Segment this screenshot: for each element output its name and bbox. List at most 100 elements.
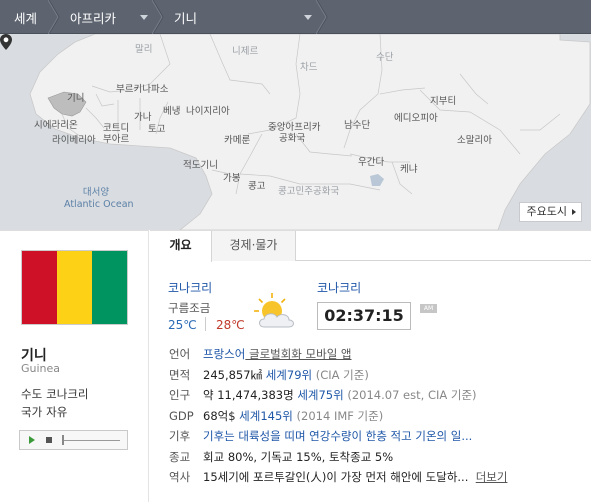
region-map[interactable]: 말리 니제르 차드 수단 기니 부르키나파소 가나 토고 베냉 나이지리아 지부… [0,34,591,230]
overview-row-value: 15세기에 포르투갈인(人)이 가장 먼저 해안에 도달하... [203,470,469,485]
progress-track[interactable] [63,440,120,441]
breadcrumb-world-label: 세계 [14,10,38,26]
clock-city[interactable]: 코나크리 [317,279,361,296]
map-label: 코트디 [103,123,130,134]
major-cities-label: 주요도시 [526,205,567,218]
overview-row-value: (2014 IMF 기준) [292,408,384,423]
map-label: 콩고 [248,181,266,192]
map-label: 소말리아 [457,135,492,146]
overview-row-link[interactable]: 기후는 대륙성을 띠며 연강수량이 한층 적고 기온의 일... [203,428,472,444]
detail-tabs: 개요 경제·물가 [150,231,591,262]
overview-row: 기후 기후는 대륙성을 띠며 연강수량이 한층 적고 기온의 일... [169,426,589,447]
chevron-down-icon [304,15,312,20]
map-label: 적도기니 [183,160,218,171]
stop-icon[interactable] [46,437,52,443]
map-label: 남수단 [344,120,371,131]
overview-row-value: 245,857㎢ [203,367,263,382]
temp-divider [205,317,206,331]
local-time-clock: 02:37:15 [317,302,411,330]
location-pin-icon [0,34,12,50]
map-label: 가나 [134,112,152,123]
overview-row: 역사 15세기에 포르투갈인(人)이 가장 먼저 해안에 도달하... 더보기 [169,467,589,488]
overview-row-link[interactable]: 세계75위 [294,387,343,403]
overview-row: 면적 245,857㎢ 세계79위 (CIA 기준) [169,365,589,386]
map-label: 토고 [148,124,166,135]
map-label: 라이베리아 [52,135,96,146]
map-label: 부아르 [103,134,130,145]
overview-row-value: 약 11,474,383명 [203,388,294,403]
chevron-right-icon [572,209,576,215]
map-label: 수단 [376,52,394,63]
map-label: 기니 [67,93,85,104]
overview-row-link[interactable]: 프랑스어 [203,346,245,362]
breadcrumb-continent-label: 아프리카 [70,10,117,26]
anthem-label: 국가 [21,405,43,419]
overview-row-label: 역사 [169,470,191,485]
overview-row-label: 종교 [169,449,191,464]
map-label: 부르키나파소 [116,84,169,95]
map-label: 나이지리아 [186,106,230,117]
map-label: 에디오피아 [394,113,438,124]
weather-city[interactable]: 코나크리 [168,279,212,296]
country-summary: 기니 Guinea 수도 코나크리 국가 자유 [0,230,149,502]
temp-high: 28℃ [216,318,245,332]
capital-label: 수도 [21,387,43,401]
map-label: 지부티 [430,96,457,107]
map-label: 케냐 [400,164,418,175]
am-pm-badge: AM [420,304,437,313]
map-label: 말리 [135,44,153,55]
overview-row-link[interactable]: 더보기 [476,469,508,485]
play-icon[interactable] [29,436,35,444]
tab-economy[interactable]: 경제·물가 [212,231,296,261]
breadcrumb-country[interactable]: 기니 [162,0,328,34]
overview-row: 인구 약 11,474,383명 세계75위 (2014.07 est, CIA … [169,385,589,406]
flag-stripe-green [92,251,127,324]
overview-row-label: 기후 [169,429,191,444]
overview-row-label: GDP [169,408,194,423]
overview-row-label: 면적 [169,367,191,382]
country-facts: 수도 코나크리 국가 자유 [21,385,89,421]
anthem-row: 국가 자유 [21,403,89,421]
tab-overview[interactable]: 개요 [150,231,212,262]
overview-row-value: (CIA 기준) [312,367,369,382]
overview-row-label: 인구 [169,388,191,403]
map-label: 시에라리온 [34,120,78,131]
capital-value[interactable]: 코나크리 [46,387,88,401]
breadcrumb-country-label: 기니 [174,10,198,26]
breadcrumb: 세계 아프리카 기니 [0,0,591,34]
map-label: 콩고민주공화국 [278,186,340,197]
map-label-ocean: 대서양 [82,187,110,198]
map-label: 우간다 [358,157,385,168]
capital-row: 수도 코나크리 [21,385,89,403]
overview-row-value [468,470,475,484]
major-cities-button[interactable]: 주요도시 [518,202,582,222]
map-label: 차드 [300,62,318,73]
map-label: 가봉 [223,173,241,184]
map-label: 베냉 [163,106,181,117]
weather-condition: 구름조금 [168,301,211,315]
progress-handle[interactable] [62,435,64,445]
breadcrumb-continent[interactable]: 아프리카 [58,0,164,34]
overview-row-value: 회교 80%, 기독교 15%, 토착종교 5% [203,449,394,464]
overview-row: 언어 프랑스어 글로벌회화 모바일 앱 [169,344,589,365]
overview-row-link[interactable]: 세계79위 [262,367,312,383]
chevron-down-icon [140,15,148,20]
overview-row-value: (2014.07 est, CIA 기준) [343,388,477,403]
overview-row-value: 68억$ [203,408,236,423]
partly-cloudy-icon [254,293,294,328]
country-name-en: Guinea [21,362,61,375]
flag-stripe-yellow [57,251,92,324]
map-label: 니제르 [232,46,259,57]
overview-list: 언어 프랑스어 글로벌회화 모바일 앱면적 245,857㎢ 세계79위 (CIA … [169,344,589,488]
country-flag [21,250,128,325]
map-label: 중앙아프리카 [268,122,321,133]
overview-row: GDP 68억$ 세계145위 (2014 IMF 기준) [169,406,589,427]
overview-row: 종교 회교 80%, 기독교 15%, 토착종교 5% [169,447,589,468]
overview-row-link[interactable]: 세계145위 [236,408,293,424]
breadcrumb-separator-icon [316,0,328,34]
breadcrumb-world[interactable]: 세계 [0,0,60,34]
country-detail: 개요 경제·물가 코나크리 구름조금 25℃ 28℃ 코나크리 02:37:15… [150,230,591,502]
anthem-player [19,430,128,450]
overview-row-link[interactable]: 글로벌회화 모바일 앱 [245,346,352,362]
map-label: 카메룬 [224,135,251,146]
